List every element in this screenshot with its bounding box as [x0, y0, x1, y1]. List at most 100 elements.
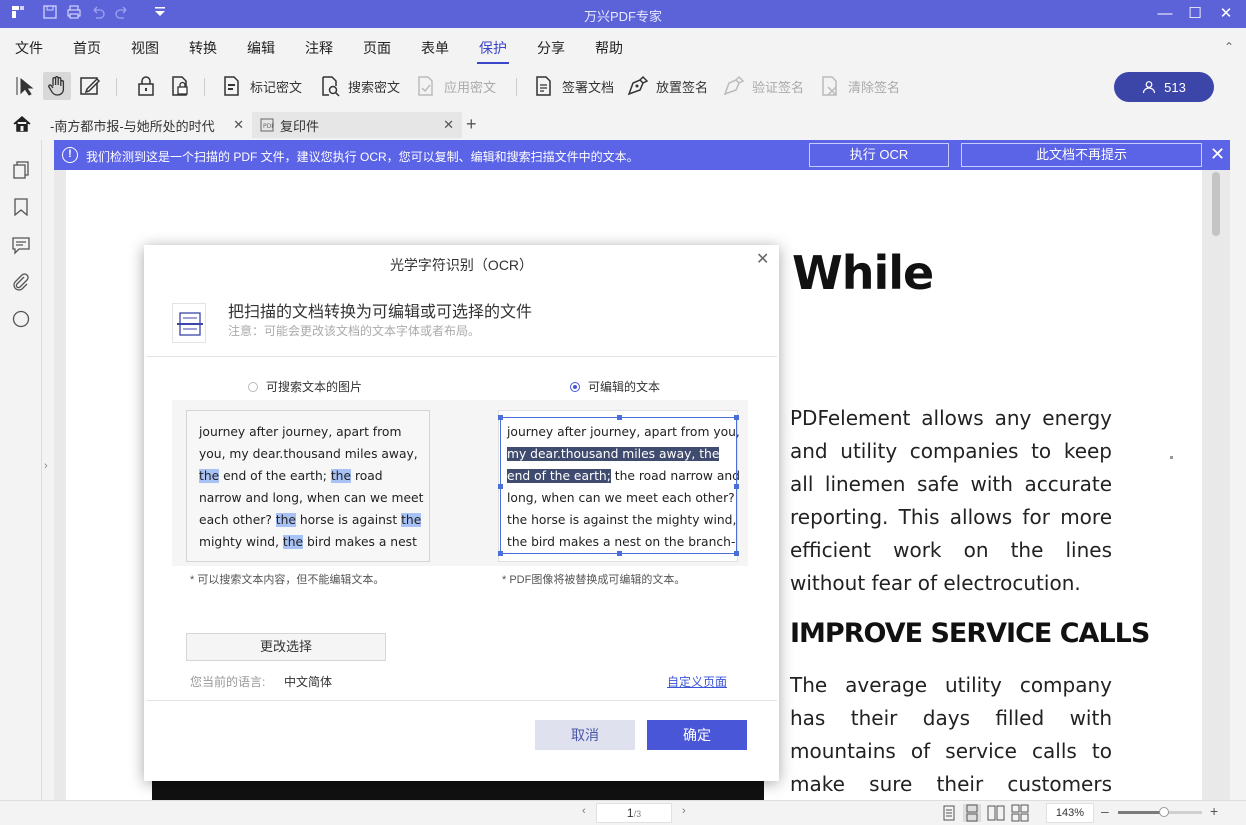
window-title: 万兴PDF专家: [583, 9, 662, 24]
zoom-in-button[interactable]: +: [1210, 803, 1218, 819]
place-signature-button[interactable]: 放置签名: [626, 72, 708, 100]
custom-page-link[interactable]: 自定义页面: [667, 673, 727, 690]
menu-help[interactable]: 帮助: [595, 38, 623, 58]
clear-signature-icon: [822, 76, 837, 96]
close-dialog-icon[interactable]: ✕: [756, 249, 769, 269]
clear-signature-button[interactable]: 清除签名: [818, 72, 900, 100]
close-tab-icon[interactable]: ✕: [233, 117, 244, 133]
left-sidebar: [0, 140, 42, 800]
sign-document-icon: [536, 76, 551, 96]
status-bar: ‹ 1/3 › 143% – +: [0, 800, 1246, 825]
note-editable: * PDF图像将被替换成可编辑的文本。: [502, 574, 686, 586]
new-tab-button[interactable]: +: [466, 114, 477, 135]
menu-convert[interactable]: 转换: [189, 38, 217, 58]
close-banner-icon[interactable]: ✕: [1210, 144, 1225, 164]
menu-share[interactable]: 分享: [537, 38, 565, 58]
note-searchable: * 可以搜索文本内容，但不能编辑文本。: [190, 574, 385, 586]
zoom-slider-handle[interactable]: [1159, 807, 1170, 817]
doc-heading: While: [792, 246, 934, 300]
user-icon: [1143, 81, 1156, 94]
menu-comment[interactable]: 注释: [305, 38, 333, 58]
close-tab-icon[interactable]: ✕: [443, 117, 454, 133]
run-ocr-button[interactable]: 执行 OCR: [809, 143, 949, 167]
cancel-button[interactable]: 取消: [535, 720, 635, 750]
hand-icon: [48, 76, 65, 96]
doc-paragraph-1: PDFelement allows any energy and utility…: [790, 406, 1112, 595]
prev-page-icon[interactable]: ‹: [582, 805, 586, 817]
two-page-view-icon[interactable]: [987, 804, 1005, 822]
radio-editable-text[interactable]: 可编辑的文本: [570, 378, 660, 395]
dialog-heading: 把扫描的文档转换为可编辑或可选择的文件: [228, 304, 533, 321]
info-icon: !: [62, 147, 78, 163]
select-tool-button[interactable]: [12, 72, 36, 100]
apply-redaction-button[interactable]: 应用密文: [414, 72, 496, 100]
radio-button[interactable]: [248, 381, 258, 392]
scan-document-icon: [172, 303, 206, 343]
menu-file[interactable]: 文件: [15, 38, 43, 58]
user-account-button[interactable]: 513: [1114, 72, 1214, 102]
vertical-scrollbar[interactable]: [1212, 172, 1220, 236]
mark-redaction-button[interactable]: 标记密文: [220, 72, 302, 100]
page-indicator[interactable]: 1/3: [596, 803, 672, 823]
zoom-out-button[interactable]: –: [1101, 803, 1109, 819]
tab-document-2[interactable]: PDF 复印件 ✕: [252, 112, 462, 138]
menu-page[interactable]: 页面: [363, 38, 391, 58]
dialog-note: 注意：可能会更改该文档的文本字体或者布局。: [228, 324, 481, 338]
password-settings-button[interactable]: [168, 72, 192, 100]
menu-form[interactable]: 表单: [421, 38, 449, 58]
menu-view[interactable]: 视图: [131, 38, 159, 58]
next-page-icon[interactable]: ›: [682, 805, 686, 817]
pen-signature-icon: [627, 75, 649, 96]
menu-home[interactable]: 首页: [73, 38, 101, 58]
encrypt-button[interactable]: [134, 72, 158, 100]
lock-document-icon: [172, 76, 188, 96]
minimize-button[interactable]: —: [1150, 2, 1180, 26]
tab-bar: -南方都市报-与她所处的时代 ✕ PDF 复印件 ✕ +: [0, 110, 1246, 138]
ocr-notification-banner: ! 我们检测到这是一个扫描的 PDF 文件，建议您执行 OCR，您可以复制、编辑…: [54, 140, 1230, 170]
zoom-level-field[interactable]: 143%: [1046, 803, 1094, 823]
dialog-title: 光学字符识别（OCR）: [389, 257, 534, 273]
edit-icon: [80, 77, 101, 95]
maximize-button[interactable]: ☐: [1180, 2, 1210, 26]
pdf-file-icon: PDF: [260, 118, 274, 132]
bookmark-icon[interactable]: [11, 197, 31, 217]
edit-tool-button[interactable]: [78, 72, 102, 100]
expand-sidebar-icon[interactable]: ›: [44, 460, 48, 472]
toolbar: 标记密文 搜索密文 应用密文 签署文档 放置签名 验证签名 清除签名 513: [0, 64, 1246, 108]
doc-subheading: IMPROVE SERVICE CALLS: [790, 618, 1150, 649]
banner-message: 我们检测到这是一个扫描的 PDF 文件，建议您执行 OCR，您可以复制、编辑和搜…: [86, 150, 639, 164]
hand-tool-button[interactable]: [43, 72, 71, 100]
svg-text:PDF: PDF: [263, 123, 274, 130]
radio-searchable-image[interactable]: 可搜索文本的图片: [248, 378, 362, 395]
attachment-icon[interactable]: [11, 272, 31, 292]
thumbnails-icon[interactable]: [11, 160, 31, 180]
language-value: 中文简体: [284, 675, 333, 689]
close-window-button[interactable]: ✕: [1211, 2, 1241, 26]
menu-protect[interactable]: 保护: [477, 38, 509, 64]
preview-searchable: journey after journey, apart from you, m…: [186, 410, 430, 562]
menu-edit[interactable]: 编辑: [247, 38, 275, 58]
lock-icon: [138, 76, 154, 96]
collapse-ribbon-icon[interactable]: ⌃: [1224, 40, 1234, 54]
radio-button-selected[interactable]: [570, 381, 580, 392]
zoom-slider[interactable]: [1118, 807, 1202, 817]
text-box-frame: [498, 415, 739, 556]
single-page-view-icon[interactable]: [940, 804, 958, 822]
home-icon[interactable]: [12, 114, 32, 134]
verify-signature-button[interactable]: 验证签名: [722, 72, 804, 100]
change-selection-button[interactable]: 更改选择: [186, 633, 386, 661]
dont-show-again-button[interactable]: 此文档不再提示: [961, 143, 1202, 167]
search-redaction-icon: [322, 76, 340, 97]
comment-icon[interactable]: [11, 235, 31, 255]
search-redaction-button[interactable]: 搜索密文: [318, 72, 400, 100]
menu-bar: 文件 首页 视图 转换 编辑 注释 页面 表单 保护 分享 帮助 ⌃: [0, 28, 1246, 64]
grid-view-icon[interactable]: [1011, 804, 1029, 822]
ok-button[interactable]: 确定: [647, 720, 747, 750]
sign-document-button[interactable]: 签署文档: [532, 72, 614, 100]
continuous-view-icon[interactable]: [963, 804, 981, 822]
search-circle-icon[interactable]: [11, 309, 31, 329]
tab-document-1[interactable]: -南方都市报-与她所处的时代 ✕: [42, 112, 252, 138]
title-bar: 万兴PDF专家 — ☐ ✕: [0, 0, 1246, 28]
cursor-icon: [16, 77, 34, 96]
scanned-image-strip: [152, 780, 764, 800]
